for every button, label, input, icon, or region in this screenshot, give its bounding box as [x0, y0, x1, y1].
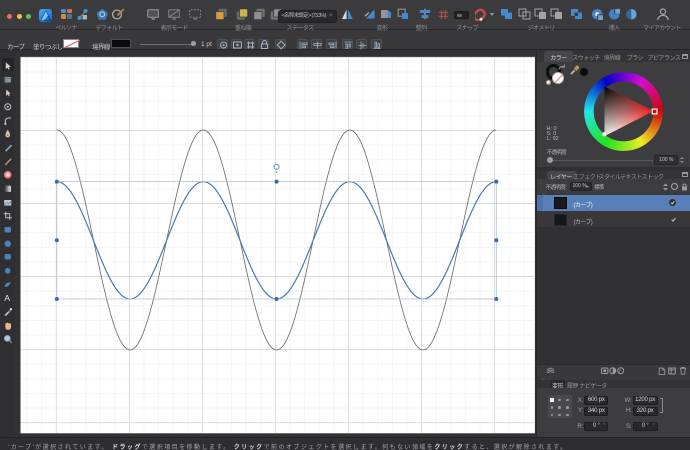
svg-text:A: A	[4, 293, 10, 303]
